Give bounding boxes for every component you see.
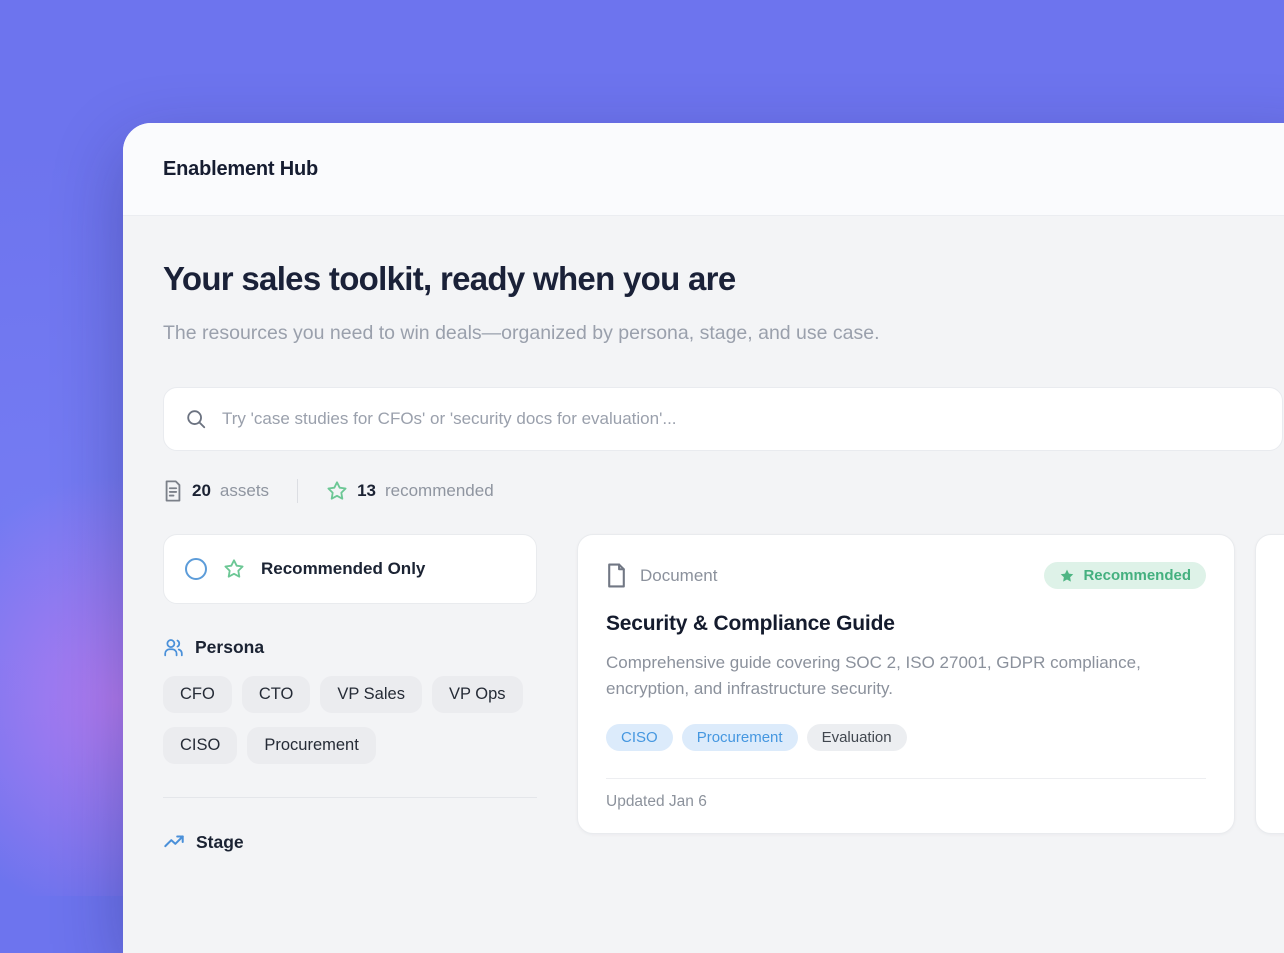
persona-chip-procurement[interactable]: Procurement (247, 727, 375, 764)
star-icon (326, 480, 348, 502)
recommended-badge-label: Recommended (1083, 567, 1191, 584)
page-title: Your sales toolkit, ready when you are (163, 260, 1284, 298)
tag-evaluation[interactable]: Evaluation (807, 724, 907, 751)
persona-section-header: Persona (163, 637, 537, 658)
card-type-label: Document (640, 566, 717, 586)
recommended-only-label: Recommended Only (261, 559, 425, 579)
app-title: Enablement Hub (163, 158, 318, 181)
persona-chip-cto[interactable]: CTO (242, 676, 311, 713)
persona-chip-cfo[interactable]: CFO (163, 676, 232, 713)
persona-chip-vp-sales[interactable]: VP Sales (320, 676, 422, 713)
page-subtitle: The resources you need to win deals—orga… (163, 315, 985, 351)
assets-label: assets (220, 481, 269, 501)
stats-row: 20 assets 13 recommended (163, 479, 1284, 503)
main-content: Your sales toolkit, ready when you are T… (123, 216, 1284, 853)
stage-section-header: Stage (163, 831, 537, 853)
search-bar[interactable] (163, 387, 1283, 451)
card-title: Security & Compliance Guide (606, 612, 1206, 636)
app-header: Enablement Hub (123, 123, 1284, 216)
search-input[interactable] (222, 409, 1261, 429)
tag-procurement[interactable]: Procurement (682, 724, 798, 751)
assets-stat: 20 assets (163, 480, 269, 502)
asset-card-security-compliance-guide[interactable]: Document Recommended Security & Complian… (577, 534, 1235, 834)
enablement-hub-window: Enablement Hub Your sales toolkit, ready… (123, 123, 1284, 953)
search-icon (185, 408, 207, 430)
filters-sidebar: Recommended Only Persona CFO CTO VP Sale… (163, 534, 537, 853)
star-filled-icon (1059, 568, 1075, 584)
card-description: Comprehensive guide covering SOC 2, ISO … (606, 650, 1206, 702)
recommended-label: recommended (385, 481, 494, 501)
star-icon (223, 558, 245, 580)
users-icon (163, 637, 184, 658)
assets-count: 20 (192, 481, 211, 501)
card-top-row: Document Recommended (606, 562, 1206, 589)
file-icon (606, 563, 627, 588)
persona-chip-vp-ops[interactable]: VP Ops (432, 676, 523, 713)
trending-up-icon (163, 831, 185, 853)
recommended-badge: Recommended (1044, 562, 1206, 589)
recommended-stat: 13 recommended (326, 480, 494, 502)
persona-chip-ciso[interactable]: CISO (163, 727, 237, 764)
file-text-icon (163, 480, 183, 502)
content-row: Recommended Only Persona CFO CTO VP Sale… (163, 534, 1284, 853)
stage-section-title: Stage (196, 832, 244, 853)
recommended-only-toggle[interactable]: Recommended Only (163, 534, 537, 604)
asset-card-partial[interactable] (1255, 534, 1284, 834)
card-type: Document (606, 563, 717, 588)
persona-chips: CFO CTO VP Sales VP Ops CISO Procurement (163, 676, 537, 764)
card-tags: CISO Procurement Evaluation (606, 724, 1206, 751)
persona-section-title: Persona (195, 637, 264, 658)
sidebar-divider (163, 797, 537, 798)
recommended-count: 13 (357, 481, 376, 501)
card-updated-date: Updated Jan 6 (606, 779, 1206, 831)
asset-cards: Document Recommended Security & Complian… (577, 534, 1284, 834)
radio-circle-icon[interactable] (185, 558, 207, 580)
stats-divider (297, 479, 298, 503)
tag-ciso[interactable]: CISO (606, 724, 673, 751)
